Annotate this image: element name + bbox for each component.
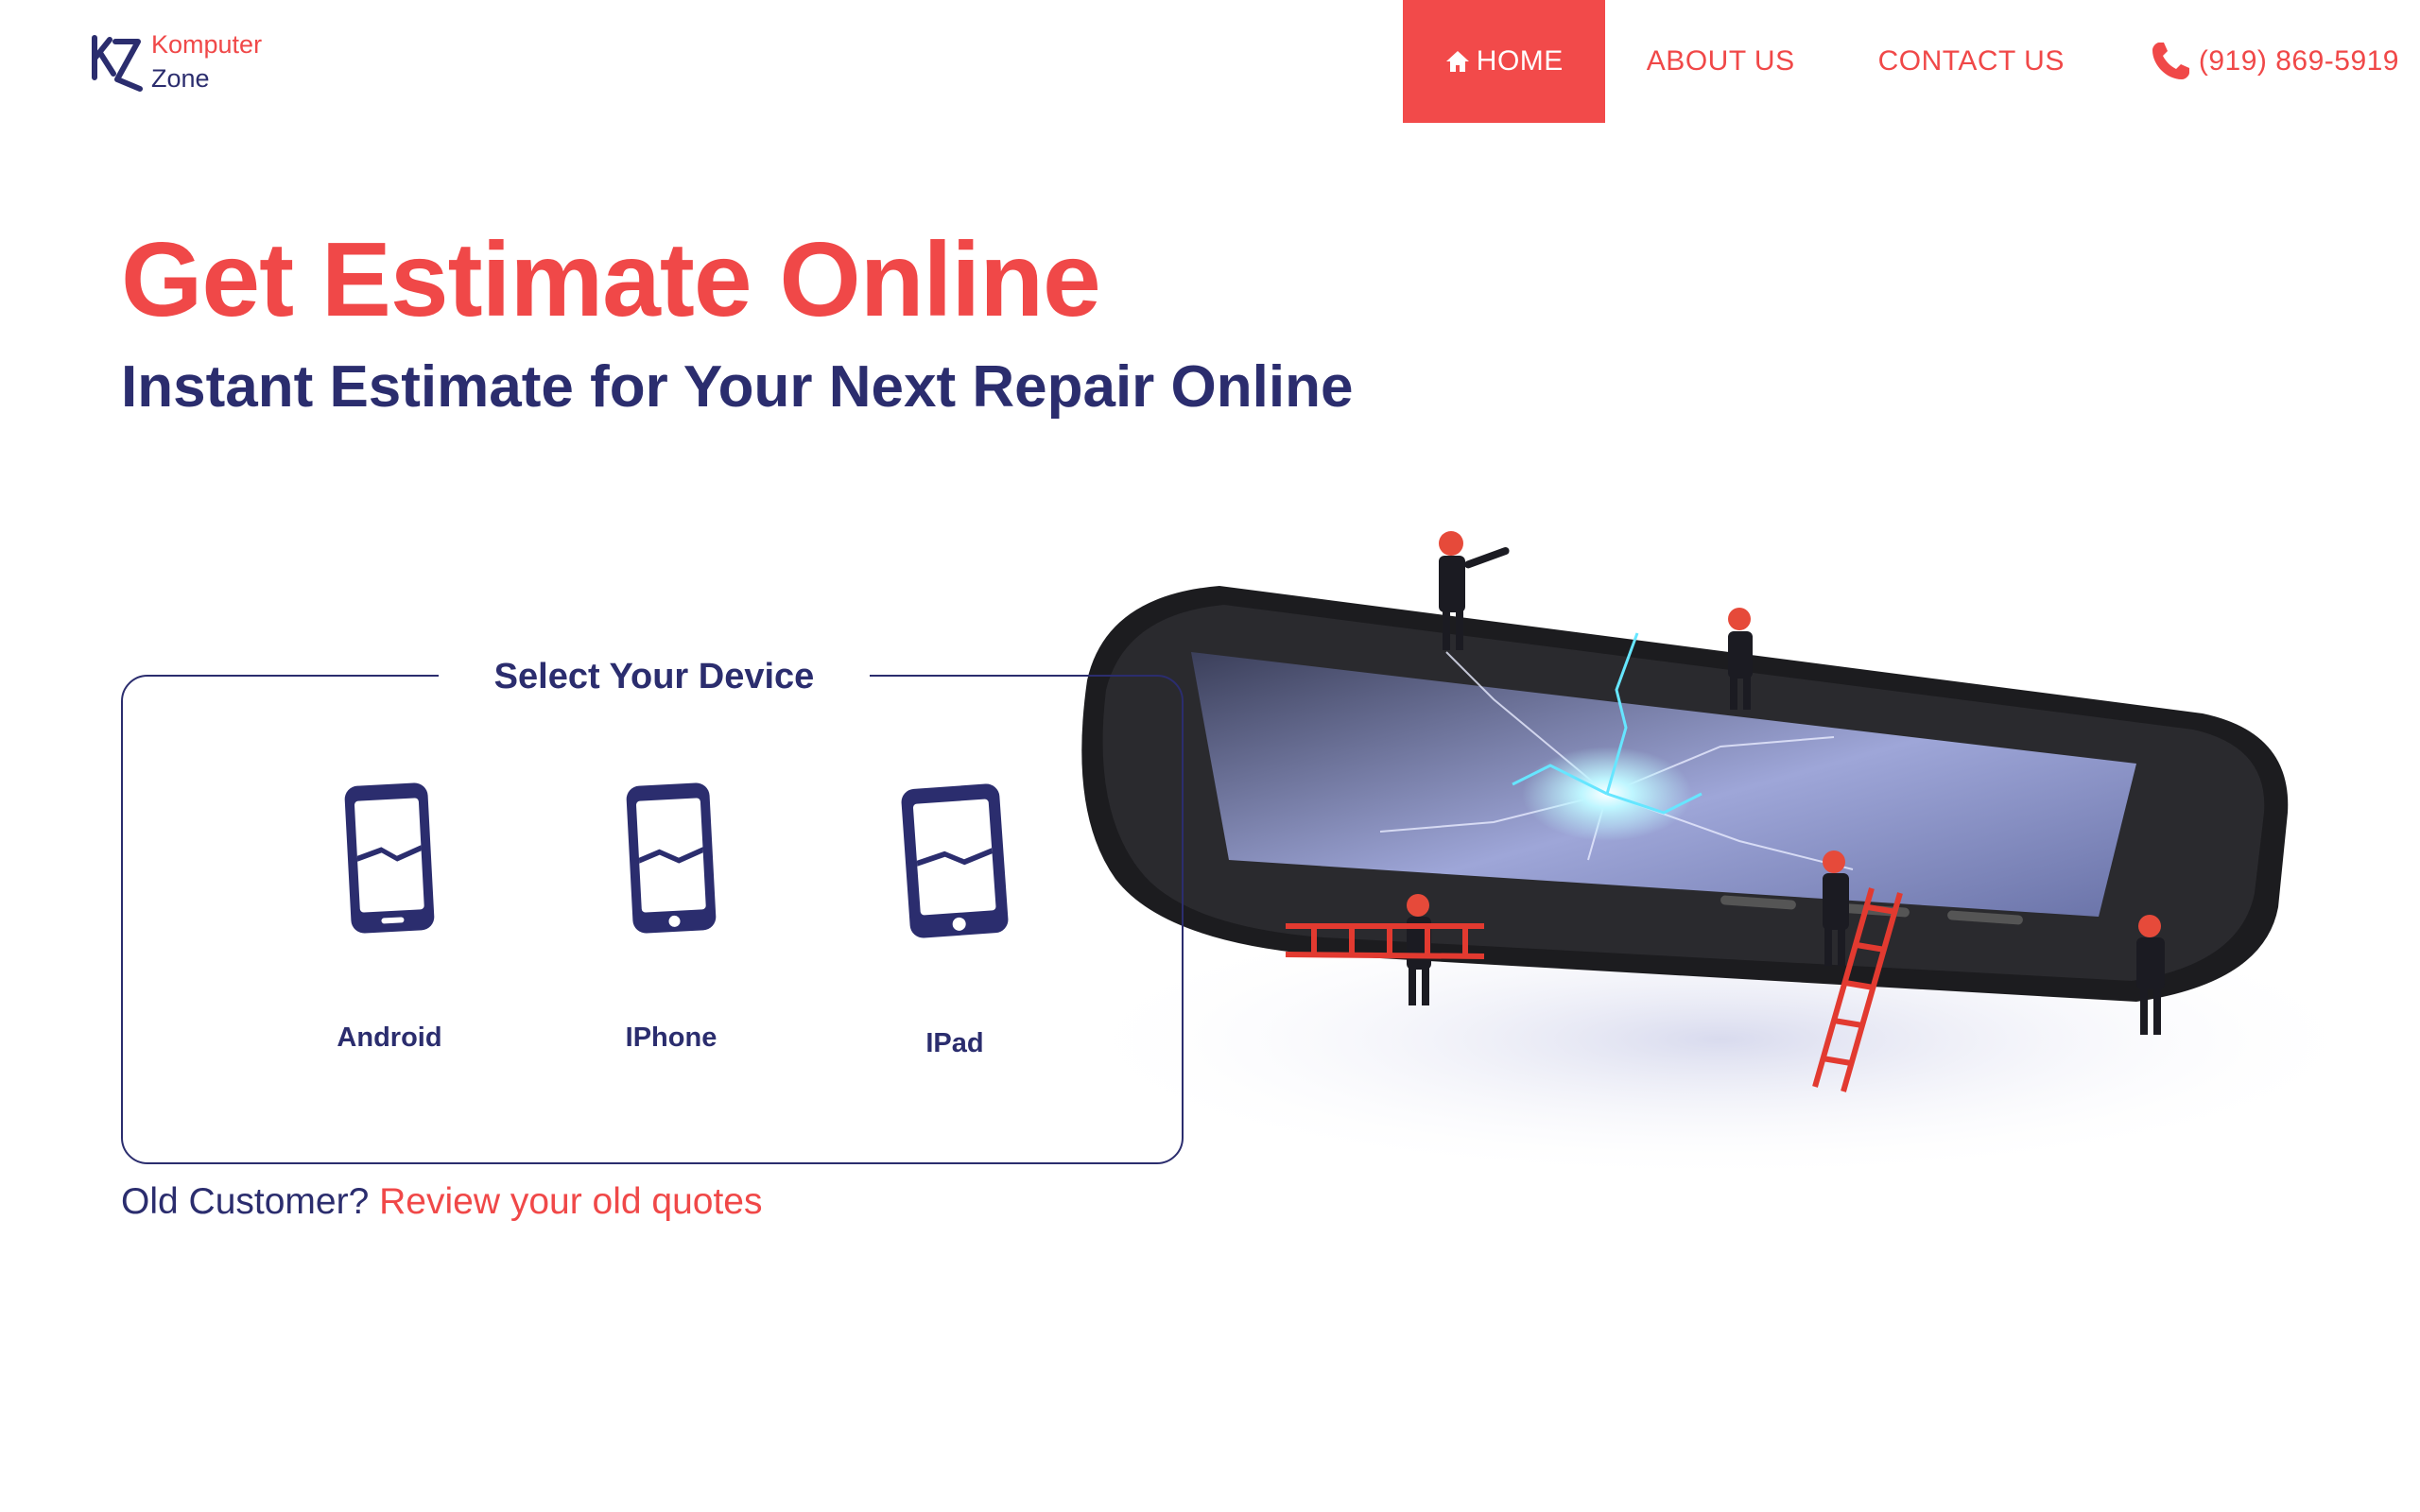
- brand-name: Komputer Zone: [151, 27, 262, 95]
- brand-name-line1: Komputer: [151, 30, 263, 59]
- device-label-iphone: IPhone: [625, 1022, 717, 1053]
- brand-name-line2: Zone: [151, 64, 210, 93]
- broken-android-phone-icon: [344, 782, 435, 934]
- nav-about-us[interactable]: ABOUT US: [1605, 0, 1837, 123]
- nav-home[interactable]: HOME: [1402, 0, 1605, 123]
- phone-icon: [2152, 43, 2189, 79]
- device-label-android: Android: [337, 1022, 442, 1053]
- nav-contact-us[interactable]: CONTACT US: [1837, 0, 2106, 123]
- device-selector-title: Select Your Device: [439, 646, 870, 707]
- device-selector: Select Your Device Android IPhone IPad: [121, 646, 1184, 1164]
- home-icon: [1445, 51, 1469, 72]
- review-old-quotes-link[interactable]: Review your old quotes: [379, 1181, 762, 1222]
- old-customer-prompt: Old Customer? Review your old quotes: [121, 1181, 763, 1223]
- phone-number: (919) 869-5919: [2198, 45, 2399, 77]
- device-label-ipad: IPad: [925, 1028, 984, 1058]
- broken-ipad-icon: [901, 783, 1009, 938]
- page-title: Get Estimate Online: [121, 221, 1101, 338]
- old-customer-text: Old Customer?: [121, 1181, 380, 1222]
- nav-phone-link[interactable]: (919) 869-5919: [2106, 0, 2420, 123]
- device-option-iphone[interactable]: IPhone: [567, 781, 775, 1054]
- brand-logo[interactable]: Komputer Zone: [89, 28, 316, 94]
- kz-logo-icon: [92, 35, 143, 92]
- device-option-android[interactable]: Android: [285, 781, 493, 1054]
- broken-iphone-icon: [626, 782, 717, 934]
- nav-home-label: HOME: [1476, 45, 1564, 77]
- hero-phone-repair-image: [1059, 531, 2344, 1172]
- device-option-ipad[interactable]: IPad: [851, 781, 1059, 1059]
- page-subtitle: Instant Estimate for Your Next Repair On…: [121, 354, 1354, 420]
- main-nav: HOME ABOUT US CONTACT US (919) 869-5919: [1402, 0, 2420, 123]
